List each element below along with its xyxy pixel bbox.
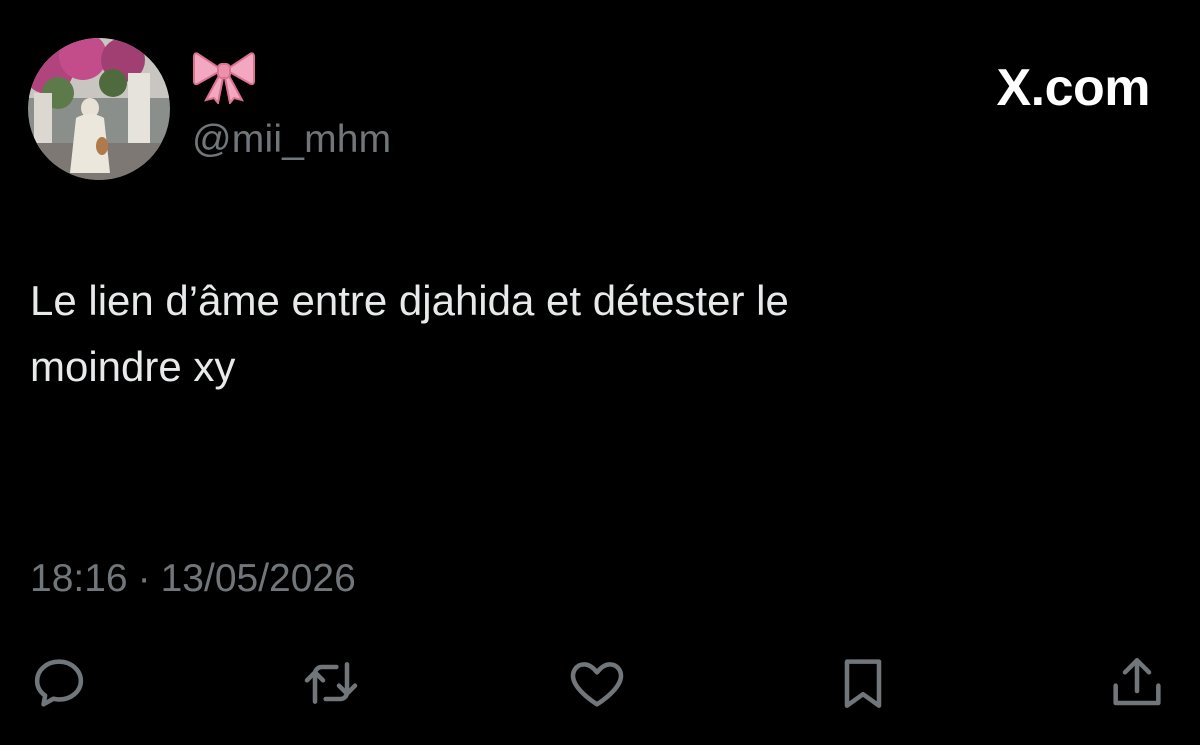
share-button[interactable] — [1102, 648, 1172, 718]
action-bar — [0, 648, 1200, 718]
author-handle[interactable]: @mii_mhm — [192, 118, 391, 162]
speech-bubble-icon — [34, 659, 84, 707]
bookmark-icon — [844, 659, 882, 708]
tweet-timestamp[interactable]: 18:16 · 13/05/2026 — [30, 556, 356, 602]
retweet-arrows-icon — [304, 662, 358, 704]
bookmark-button[interactable] — [828, 648, 898, 718]
tweet-text: Le lien d’âme entre djahida et détester … — [30, 277, 789, 390]
profile-photo-icon — [28, 38, 170, 180]
share-upload-icon — [1113, 658, 1161, 706]
pink-ribbon-bow-icon — [193, 52, 255, 106]
meta-separator: · — [137, 557, 151, 600]
display-name[interactable] — [192, 48, 256, 106]
retweet-button[interactable] — [296, 648, 366, 718]
like-button[interactable] — [562, 648, 632, 718]
brand-label: X.com — [996, 59, 1150, 117]
heart-icon — [570, 662, 624, 707]
avatar[interactable] — [28, 38, 170, 180]
reply-button[interactable] — [24, 648, 94, 718]
tweet-time: 18:16 — [30, 557, 128, 600]
tweet-date: 13/05/2026 — [160, 557, 356, 600]
